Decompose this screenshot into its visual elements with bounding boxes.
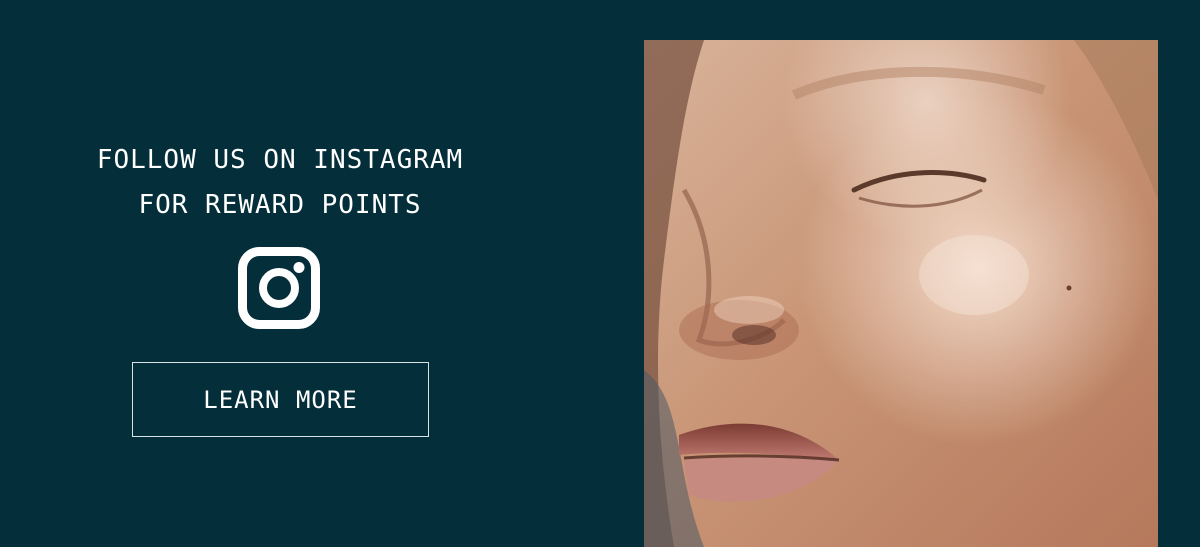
face-closeup-image <box>644 40 1158 547</box>
beauty-photo <box>644 40 1158 547</box>
instagram-icon <box>238 247 320 329</box>
promo-headline: FOLLOW US ON INSTAGRAM FOR REWARD POINTS <box>0 138 560 228</box>
headline-line-1: FOLLOW US ON INSTAGRAM <box>96 145 464 175</box>
headline-line-2: FOR REWARD POINTS <box>138 190 422 220</box>
learn-more-button[interactable]: LEARN MORE <box>132 362 429 437</box>
instagram-promo: FOLLOW US ON INSTAGRAM FOR REWARD POINTS… <box>0 0 560 547</box>
instagram-link[interactable] <box>238 247 320 329</box>
